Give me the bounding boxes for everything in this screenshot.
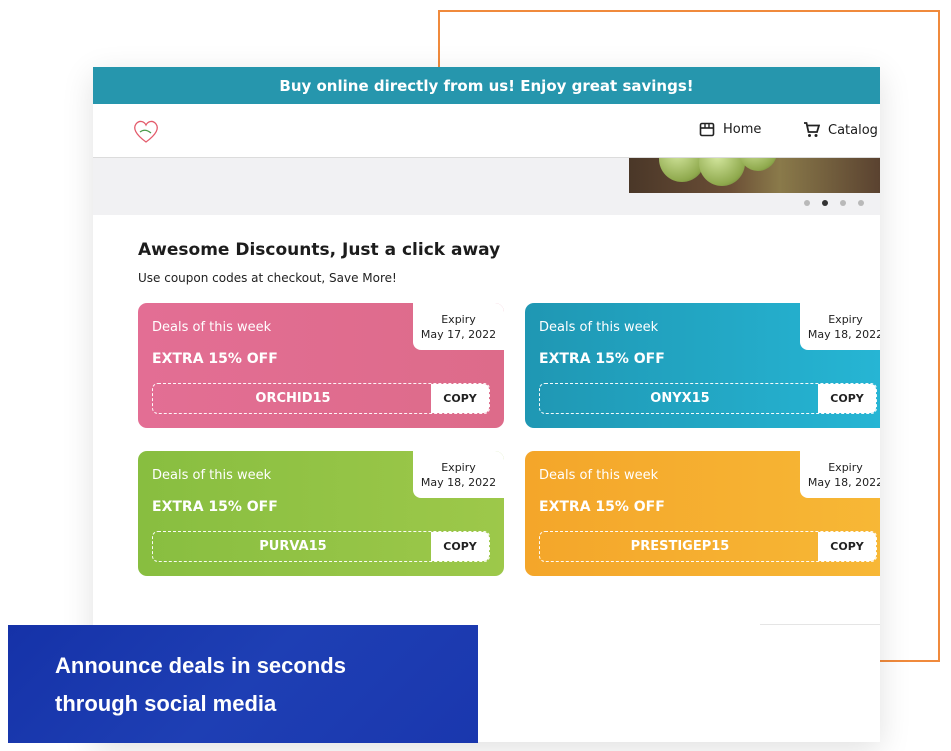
coupon-code: ORCHID15 [255, 391, 331, 406]
copy-button[interactable]: COPY [818, 384, 876, 413]
coupon-code: ONYX15 [650, 391, 710, 406]
caption-line-2: through social media [55, 691, 277, 716]
copy-button[interactable]: COPY [431, 384, 489, 413]
copy-button[interactable]: COPY [431, 532, 489, 561]
copy-button[interactable]: COPY [818, 532, 876, 561]
coupon-card-onyx15: Deals of this week EXTRA 15% OFF Expiry … [525, 303, 880, 428]
coupon-card-prestigep15: Deals of this week EXTRA 15% OFF Expiry … [525, 451, 880, 576]
nav-catalog-link[interactable]: Catalog [803, 122, 878, 138]
expiry-label: Expiry [441, 460, 476, 474]
deal-title: Deals of this week [152, 468, 272, 483]
coupon-card-orchid15: Deals of this week EXTRA 15% OFF Expiry … [138, 303, 504, 428]
discounts-title: Awesome Discounts, Just a click away [138, 240, 501, 260]
cart-icon [804, 122, 820, 137]
coupon-code-row: PURVA15 COPY [152, 531, 490, 562]
coupon-code-row: ONYX15 COPY [539, 383, 877, 414]
expiry-date: May 18, 2022 [420, 475, 497, 489]
expiry-date: May 17, 2022 [420, 327, 497, 341]
nav-catalog-label: Catalog [828, 122, 878, 138]
deal-offer: EXTRA 15% OFF [152, 499, 278, 515]
nav-home-label: Home [723, 122, 762, 137]
nav-home-link[interactable]: Home [699, 122, 761, 137]
expiry-label: Expiry [828, 460, 863, 474]
coupon-code-row: PRESTIGEP15 COPY [539, 531, 877, 562]
hero-image [629, 158, 880, 193]
expiry-box: Expiry May 18, 2022 [413, 451, 504, 498]
expiry-box: Expiry May 18, 2022 [800, 303, 880, 350]
promo-banner-text: Buy online directly from us! Enjoy great… [279, 76, 694, 95]
expiry-date: May 18, 2022 [807, 327, 880, 341]
navbar: Home Catalog [93, 104, 880, 158]
expiry-label: Expiry [828, 312, 863, 326]
coupon-code-row: ORCHID15 COPY [152, 383, 490, 414]
deal-offer: EXTRA 15% OFF [152, 351, 278, 367]
feature-caption: Announce deals in seconds through social… [8, 625, 478, 743]
deal-title: Deals of this week [539, 320, 659, 335]
carousel-dot[interactable] [840, 200, 846, 206]
coupon-code: PURVA15 [259, 539, 327, 554]
expiry-label: Expiry [441, 312, 476, 326]
caption-line-1: Announce deals in seconds [55, 653, 346, 678]
expiry-box: Expiry May 17, 2022 [413, 303, 504, 350]
brand-logo[interactable] [131, 118, 161, 144]
expiry-date: May 18, 2022 [807, 475, 880, 489]
coupon-code: PRESTIGEP15 [630, 539, 730, 554]
deal-offer: EXTRA 15% OFF [539, 351, 665, 367]
expiry-box: Expiry May 18, 2022 [800, 451, 880, 498]
deal-title: Deals of this week [152, 320, 272, 335]
deal-offer: EXTRA 15% OFF [539, 499, 665, 515]
discounts-subtitle: Use coupon codes at checkout, Save More! [138, 271, 397, 285]
hero-carousel [93, 158, 880, 215]
carousel-dot-active[interactable] [822, 200, 828, 206]
promo-banner: Buy online directly from us! Enjoy great… [93, 67, 880, 104]
coupon-card-purva15: Deals of this week EXTRA 15% OFF Expiry … [138, 451, 504, 576]
carousel-dot[interactable] [804, 200, 810, 206]
divider [760, 624, 880, 625]
carousel-dot[interactable] [858, 200, 864, 206]
deal-title: Deals of this week [539, 468, 659, 483]
store-icon [699, 122, 715, 137]
carousel-dots [804, 200, 864, 206]
